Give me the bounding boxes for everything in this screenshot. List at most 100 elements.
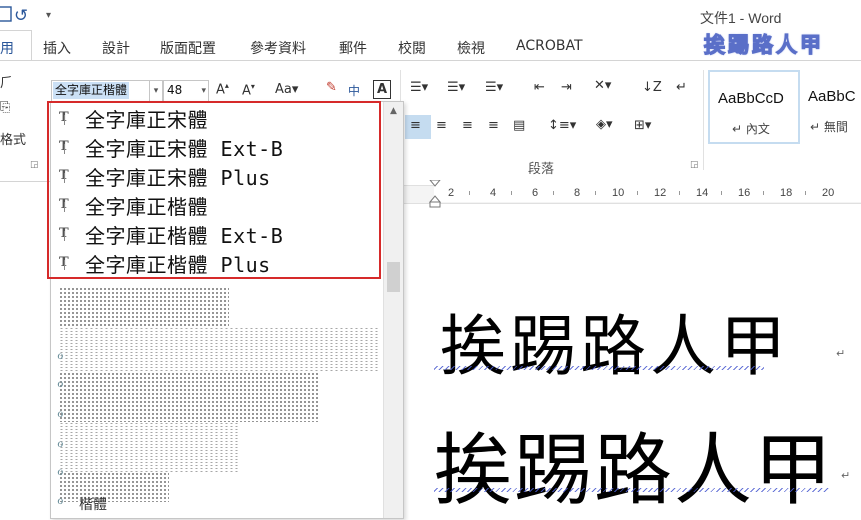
font-icon: ℴ	[57, 375, 64, 391]
horizontal-ruler[interactable]: 2 4 6 8 10 12 14 16 18 20	[404, 180, 861, 208]
multilevel-list-icon[interactable]: ☰▾	[485, 80, 503, 95]
document-line-1[interactable]: 挨踢路人甲	[440, 293, 790, 389]
obscured-region	[59, 287, 229, 327]
line-spacing-icon[interactable]: ↕≡▾	[548, 118, 576, 133]
font-name-value: 全字庫正楷體	[53, 82, 130, 99]
ruler-number: 8	[574, 187, 581, 199]
tab-references[interactable]: 參考資料	[250, 38, 306, 58]
style-name: ↵ 無間	[810, 120, 848, 134]
align-left-icon: ≡	[410, 118, 421, 133]
clipboard-copy-icon[interactable]: ⎘	[0, 100, 10, 115]
clear-formatting-icon[interactable]: ✎	[326, 80, 337, 95]
style-sample: AaBbCcD	[718, 90, 784, 107]
highlight-annotation	[47, 101, 381, 279]
ruler-number: 2	[448, 187, 455, 199]
bullets-icon[interactable]: ☰▾	[410, 80, 428, 95]
ruler-number: 20	[822, 187, 835, 199]
decrease-indent-icon[interactable]: ⇤	[534, 80, 545, 95]
group-separator	[703, 70, 704, 170]
tab-home[interactable]: 用	[0, 38, 14, 58]
ruler-number: 12	[654, 187, 667, 199]
ruler-number: 18	[780, 187, 793, 199]
window-title: 文件1 - Word	[700, 10, 782, 26]
ruler-tick	[553, 191, 554, 195]
distributed-icon[interactable]: ▤	[513, 118, 525, 133]
show-marks-icon[interactable]: ↵	[676, 80, 687, 95]
save-icon[interactable]	[0, 4, 14, 24]
tab-mailings[interactable]: 郵件	[339, 38, 367, 58]
style-sample: AaBbC	[808, 88, 856, 105]
ruler-tick	[721, 191, 722, 195]
justify-icon[interactable]: ≡	[488, 118, 499, 133]
phonetic-guide-icon[interactable]: 中	[348, 82, 360, 99]
style-no-spacing[interactable]: AaBbC ↵ 無間	[800, 70, 861, 140]
paragraph-mark: ↵	[836, 347, 846, 360]
ruler-number: 6	[532, 187, 539, 199]
increase-indent-icon[interactable]: ⇥	[561, 80, 572, 95]
ruler-text-area	[434, 185, 861, 202]
clipboard-cut-icon[interactable]: ⺁	[0, 72, 13, 91]
change-case-icon[interactable]: Aa▾	[275, 82, 298, 97]
ruler-tick	[469, 191, 470, 195]
sort-icon[interactable]: ↓Z	[642, 80, 662, 95]
paragraph-group-label: 段落	[528, 162, 555, 177]
scroll-up-icon[interactable]: ▲	[384, 105, 403, 117]
styles-gallery: AaBbCcD ↵ 內文 AaBbC ↵ 無間	[708, 70, 861, 144]
font-icon: ℴ	[57, 405, 64, 421]
clipboard-dialog-launcher-icon[interactable]: ◲	[30, 160, 39, 170]
ruler-tick	[805, 191, 806, 195]
obscured-region	[59, 372, 319, 422]
ruler-tick	[679, 191, 680, 195]
paragraph-mark: ↵	[841, 469, 851, 482]
chevron-down-icon[interactable]: ▾	[149, 81, 162, 101]
tab-acrobat[interactable]: ACROBAT	[516, 38, 583, 54]
dropdown-scrollbar[interactable]: ▲	[383, 102, 403, 518]
redo-icon[interactable]: ↺	[14, 6, 28, 26]
ruler-tick	[637, 191, 638, 195]
character-border-icon[interactable]: A	[373, 80, 391, 99]
obscured-font-items: ℴ ℴ ℴ ℴ ℴ ℴ 楷體	[51, 287, 381, 518]
tab-insert[interactable]: 插入	[43, 38, 71, 58]
document-page[interactable]: 挨踢路人甲 ↵ 挨踢路人甲 ↵	[404, 208, 861, 517]
numbering-icon[interactable]: ☰▾	[447, 80, 465, 95]
ruler-tick	[595, 191, 596, 195]
font-name-combo[interactable]: 全字庫正楷體 ▾	[51, 80, 163, 102]
grow-font-icon[interactable]: A▴	[216, 81, 229, 97]
chinese-layout-icon[interactable]: ✕▾	[594, 78, 611, 93]
shrink-font-icon[interactable]: A▾	[242, 82, 255, 98]
title-bar: ↺ ▾ 文件1 - Word 挨踢路人甲	[0, 0, 861, 58]
font-size-combo[interactable]: 48 ▾	[163, 80, 209, 102]
customize-qat-icon[interactable]: ▾	[46, 10, 51, 21]
borders-icon[interactable]: ⊞▾	[634, 118, 651, 133]
ruler-tick	[511, 191, 512, 195]
ruler-number: 10	[612, 187, 625, 199]
tab-review[interactable]: 校閱	[398, 38, 426, 58]
spelling-squiggle	[434, 366, 764, 370]
font-size-value: 48	[167, 83, 183, 97]
document-line-2[interactable]: 挨踢路人甲	[434, 408, 834, 520]
chevron-down-icon[interactable]: ▾	[201, 81, 206, 101]
paragraph-dialog-launcher-icon[interactable]: ◲	[690, 160, 699, 170]
indent-marker-icon[interactable]	[429, 180, 441, 208]
align-right-icon[interactable]: ≡	[462, 118, 473, 133]
font-icon: ℴ	[57, 347, 64, 363]
partial-font-item-label: 楷體	[79, 497, 107, 513]
font-icon: ℴ	[57, 492, 64, 508]
style-name: ↵ 內文	[732, 122, 770, 136]
obscured-region	[59, 327, 379, 372]
tab-layout[interactable]: 版面配置	[160, 38, 216, 58]
obscured-region	[59, 472, 169, 502]
obscured-region	[59, 422, 239, 472]
ruler-number: 14	[696, 187, 709, 199]
align-center-icon[interactable]: ≡	[436, 118, 447, 133]
tab-view[interactable]: 檢視	[457, 38, 485, 58]
ruler-number: 16	[738, 187, 751, 199]
scroll-thumb[interactable]	[387, 262, 400, 292]
shading-icon[interactable]: ◈▾	[596, 117, 613, 132]
ruler-number: 4	[490, 187, 497, 199]
spelling-squiggle	[434, 488, 829, 492]
format-painter-label[interactable]: 格式	[0, 129, 26, 148]
ribbon-tabs: 用 插入 設計 版面配置 參考資料 郵件 校閱 檢視 ACROBAT	[0, 30, 861, 61]
tab-design[interactable]: 設計	[102, 38, 130, 58]
style-normal[interactable]: AaBbCcD ↵ 內文	[708, 70, 800, 144]
